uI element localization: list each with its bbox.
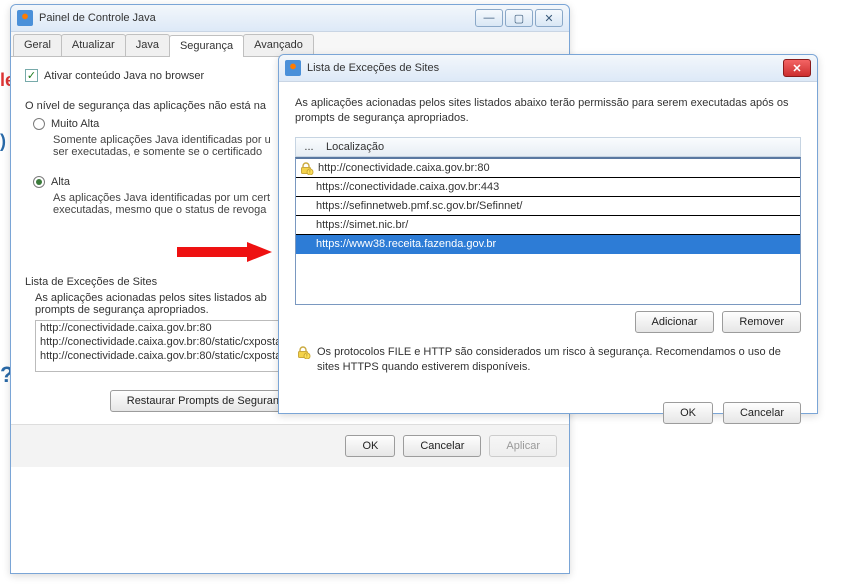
apply-button: Aplicar — [489, 435, 557, 457]
table-row[interactable]: ! http://conectividade.caixa.gov.br:80 — [296, 159, 800, 178]
tab-java[interactable]: Java — [125, 34, 170, 56]
col-location: Localização — [326, 141, 384, 153]
tab-geral[interactable]: Geral — [13, 34, 62, 56]
tab-atualizar[interactable]: Atualizar — [61, 34, 126, 56]
table-row-selected[interactable]: https://www38.receita.fazenda.gov.br — [296, 235, 800, 254]
row-url: https://sefinnetweb.pmf.sc.gov.br/Sefinn… — [316, 200, 522, 212]
table-row[interactable]: https://conectividade.caixa.gov.br:443 — [296, 178, 800, 197]
table-row[interactable]: https://sefinnetweb.pmf.sc.gov.br/Sefinn… — [296, 197, 800, 216]
protocol-warning: ! Os protocolos FILE e HTTP são consider… — [295, 345, 801, 376]
radio-high[interactable] — [33, 176, 45, 188]
java-icon — [17, 10, 33, 26]
dialog-body: As aplicações acionadas pelos sites list… — [279, 82, 817, 390]
dialog-footer: OK Cancelar — [279, 390, 817, 438]
ok-button[interactable]: OK — [345, 435, 395, 457]
dialog-intro-text: As aplicações acionadas pelos sites list… — [295, 96, 801, 127]
minimize-button[interactable]: — — [475, 9, 503, 27]
dialog-titlebar: Lista de Exceções de Sites ✕ — [279, 55, 817, 82]
warning-lock-icon: ! — [295, 345, 311, 359]
row-url: https://simet.nic.br/ — [316, 219, 408, 231]
dialog-close-button[interactable]: ✕ — [783, 59, 811, 77]
radio-high-label: Alta — [51, 176, 70, 188]
radio-very-high-label: Muito Alta — [51, 118, 99, 130]
tab-seguranca[interactable]: Segurança — [169, 35, 244, 57]
table-row[interactable]: https://simet.nic.br/ — [296, 216, 800, 235]
protocol-warning-text: Os protocolos FILE e HTTP são considerad… — [317, 345, 801, 376]
enable-java-label: Ativar conteúdo Java no browser — [44, 70, 204, 82]
svg-text:!: ! — [306, 354, 307, 359]
add-button[interactable]: Adicionar — [635, 311, 715, 333]
enable-java-checkbox[interactable]: ✓ — [25, 69, 38, 82]
close-button[interactable]: ✕ — [535, 9, 563, 27]
cancel-button[interactable]: Cancelar — [403, 435, 481, 457]
warning-lock-icon: ! — [298, 161, 314, 175]
list-header: ... Localização — [295, 137, 801, 157]
exception-site-list-dialog: Lista de Exceções de Sites ✕ As aplicaçõ… — [278, 54, 818, 414]
dialog-ok-button[interactable]: OK — [663, 402, 713, 424]
window-title: Painel de Controle Java — [39, 12, 475, 24]
titlebar: Painel de Controle Java — ▢ ✕ — [11, 5, 569, 32]
tab-avancado[interactable]: Avançado — [243, 34, 314, 56]
row-url: https://conectividade.caixa.gov.br:443 — [316, 181, 499, 193]
dialog-title: Lista de Exceções de Sites — [307, 62, 783, 74]
site-url-listbox[interactable]: ! http://conectividade.caixa.gov.br:80 h… — [295, 157, 801, 305]
remove-button[interactable]: Remover — [722, 311, 801, 333]
svg-text:!: ! — [309, 170, 310, 175]
row-url: https://www38.receita.fazenda.gov.br — [316, 238, 496, 250]
col-spacer: ... — [300, 141, 318, 153]
row-url: http://conectividade.caixa.gov.br:80 — [318, 162, 490, 174]
dialog-cancel-button[interactable]: Cancelar — [723, 402, 801, 424]
java-icon — [285, 60, 301, 76]
maximize-button[interactable]: ▢ — [505, 9, 533, 27]
radio-very-high[interactable] — [33, 118, 45, 130]
